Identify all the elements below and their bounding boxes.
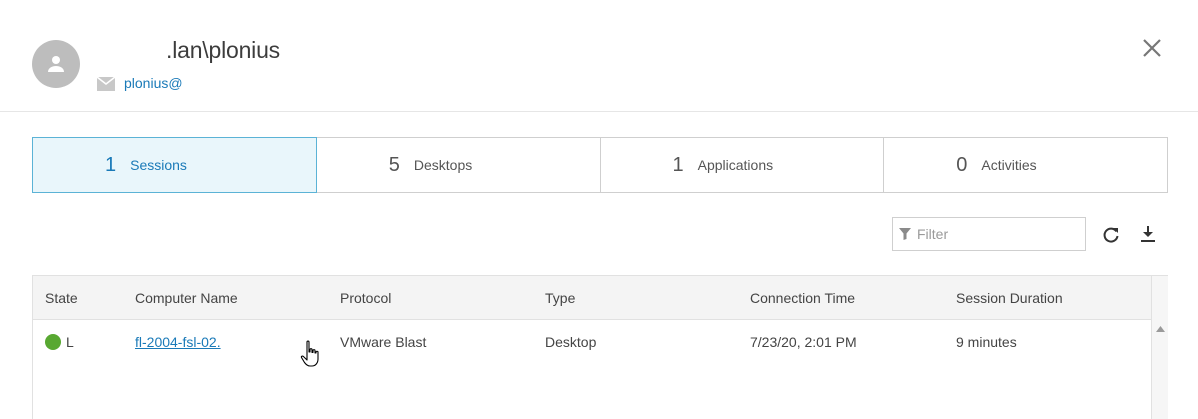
session-duration-cell: 9 minutes (956, 334, 1017, 350)
user-name: .lan\plonius (166, 37, 280, 63)
tab-label: Sessions (130, 157, 187, 173)
status-dot-icon (45, 334, 61, 350)
state-text: L (66, 334, 74, 350)
hand-cursor-icon (300, 340, 319, 367)
user-email-link[interactable]: plonius@ (124, 75, 183, 91)
tab-applications[interactable]: 1 Applications (599, 137, 885, 193)
download-icon[interactable] (1138, 224, 1158, 244)
column-header-session-duration[interactable]: Session Duration (956, 290, 1063, 306)
column-header-connection-time[interactable]: Connection Time (750, 290, 855, 306)
column-header-computer-name[interactable]: Computer Name (135, 290, 238, 306)
computer-name-link[interactable]: fl-2004-fsl-02. (135, 334, 221, 350)
tab-label: Activities (981, 157, 1037, 173)
tab-activities[interactable]: 0 Activities (883, 137, 1168, 193)
tab-count: 0 (956, 153, 968, 176)
tab-count: 1 (105, 153, 117, 176)
mail-icon (97, 77, 115, 91)
dialog-header: .lan\plonius plonius@ (0, 0, 1198, 112)
close-icon[interactable] (1140, 36, 1164, 60)
column-header-state[interactable]: State (45, 290, 78, 306)
user-avatar-icon (48, 56, 64, 72)
tab-bar: 1 Sessions 5 Desktops 1 Applications 0 A… (32, 137, 1168, 193)
filter-input[interactable] (915, 225, 1075, 243)
scroll-up-icon[interactable] (1156, 326, 1165, 332)
column-header-protocol[interactable]: Protocol (340, 290, 391, 306)
refresh-icon[interactable] (1101, 225, 1121, 245)
vertical-scrollbar[interactable] (1151, 276, 1168, 419)
user-details-dialog: .lan\plonius plonius@ 1 Sessions 5 Deskt… (0, 0, 1198, 419)
sessions-grid: State Computer Name Protocol Type Connec… (32, 275, 1168, 419)
tab-count: 1 (672, 153, 684, 176)
filter-icon (899, 228, 911, 240)
table-row[interactable]: L fl-2004-fsl-02. VMware Blast Desktop 7… (33, 320, 1151, 364)
connection-time-cell: 7/23/20, 2:01 PM (750, 334, 857, 350)
tab-count: 5 (388, 153, 400, 176)
grid-header: State Computer Name Protocol Type Connec… (33, 276, 1151, 320)
avatar (32, 40, 80, 88)
tab-sessions[interactable]: 1 Sessions (32, 137, 317, 193)
state-cell: L (45, 334, 74, 350)
tab-label: Applications (697, 157, 774, 173)
protocol-cell: VMware Blast (340, 334, 427, 350)
filter-box (892, 217, 1086, 251)
tab-label: Desktops (413, 157, 473, 173)
type-cell: Desktop (545, 334, 597, 350)
column-header-type[interactable]: Type (545, 290, 575, 306)
tab-desktops[interactable]: 5 Desktops (315, 137, 601, 193)
